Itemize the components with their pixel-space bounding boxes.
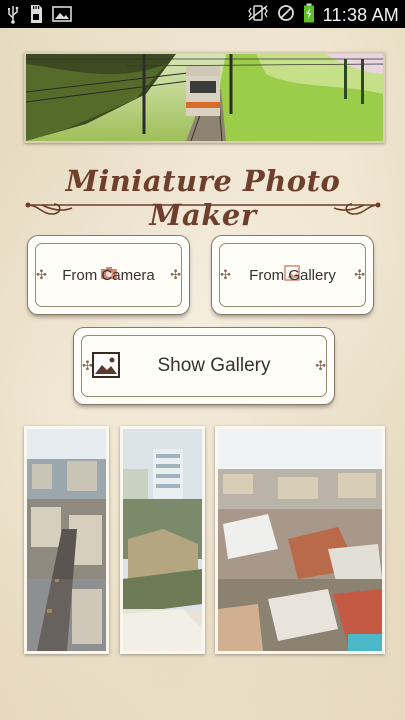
usb-icon — [6, 4, 20, 29]
sample-photo-buildings — [120, 426, 205, 654]
gallery-image-icon — [92, 352, 120, 384]
sd-card-icon — [28, 4, 44, 29]
main-screen: Miniature Photo Maker ✣ ✣ From Camera ✣ … — [0, 28, 405, 720]
system-icons: 11:38 AM — [247, 3, 399, 28]
vibrate-icon — [247, 4, 269, 27]
sample-photo-rooftops — [215, 426, 385, 654]
title-flourish-icon — [25, 202, 381, 215]
from-gallery-button[interactable]: ✣ ✣ From Gallery — [212, 236, 373, 314]
from-gallery-label: From Gallery — [249, 266, 336, 284]
from-camera-label: From Camera — [62, 266, 155, 284]
ornament-left-icon: ✣ — [36, 267, 47, 282]
ornament-right-icon: ✣ — [170, 267, 181, 282]
notification-icons — [6, 4, 72, 29]
ornament-right-icon: ✣ — [354, 267, 365, 282]
show-gallery-button[interactable]: ✣ ✣ Show Gallery — [74, 328, 334, 404]
image-icon — [52, 5, 72, 28]
from-camera-button[interactable]: ✣ ✣ From Camera — [28, 236, 189, 314]
sample-photo-city-street — [24, 426, 109, 654]
app-title-banner: Miniature Photo Maker — [22, 158, 384, 238]
status-time: 11:38 AM — [322, 5, 399, 25]
ornament-left-icon: ✣ — [220, 267, 231, 282]
battery-charging-icon — [303, 3, 315, 28]
ornament-right-icon: ✣ — [315, 358, 326, 373]
show-gallery-label: Show Gallery — [157, 355, 271, 376]
header-photo — [24, 52, 385, 143]
status-bar: 11:38 AM — [0, 0, 405, 28]
no-signal-icon — [277, 4, 295, 27]
